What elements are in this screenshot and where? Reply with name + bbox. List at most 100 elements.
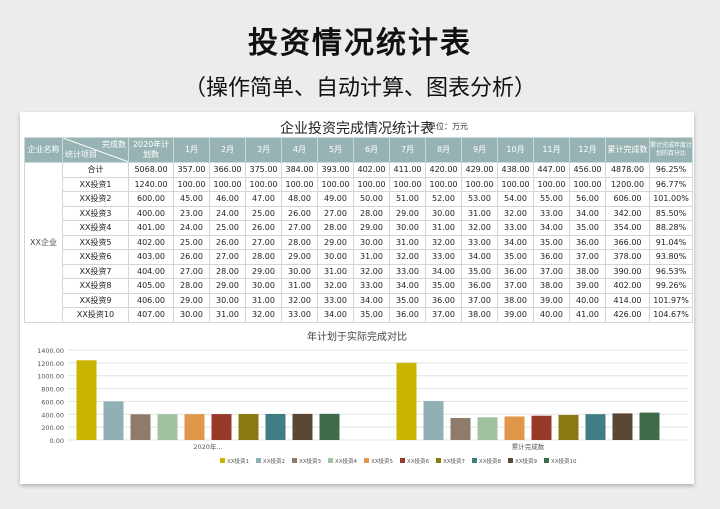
- month-cell[interactable]: 32.00: [245, 307, 282, 323]
- month-cell[interactable]: 100.00: [389, 176, 426, 192]
- cumulative-cell[interactable]: 606.00: [605, 191, 650, 207]
- month-cell[interactable]: 46.00: [209, 191, 246, 207]
- plan-cell[interactable]: 407.00: [128, 307, 174, 323]
- month-cell[interactable]: 100.00: [533, 176, 570, 192]
- month-cell[interactable]: 34.00: [317, 307, 354, 323]
- rate-cell[interactable]: 88.28%: [649, 220, 693, 236]
- month-cell[interactable]: 33.00: [281, 307, 318, 323]
- month-cell[interactable]: 366.00: [209, 162, 246, 178]
- plan-cell[interactable]: 404.00: [128, 263, 174, 279]
- rate-cell[interactable]: 104.67%: [649, 307, 693, 323]
- item-cell[interactable]: 合计: [62, 162, 129, 178]
- month-cell[interactable]: 35.00: [533, 234, 570, 250]
- month-cell[interactable]: 429.00: [461, 162, 498, 178]
- month-cell[interactable]: 35.00: [569, 220, 606, 236]
- month-cell[interactable]: 37.00: [497, 278, 534, 294]
- month-cell[interactable]: 38.00: [461, 307, 498, 323]
- cumulative-cell[interactable]: 390.00: [605, 263, 650, 279]
- month-cell[interactable]: 35.00: [425, 278, 462, 294]
- company-name-cell[interactable]: XX企业: [24, 162, 63, 323]
- rate-cell[interactable]: 96.77%: [649, 176, 693, 192]
- month-cell[interactable]: 36.00: [497, 263, 534, 279]
- month-cell[interactable]: 37.00: [533, 263, 570, 279]
- month-cell[interactable]: 393.00: [317, 162, 354, 178]
- month-cell[interactable]: 34.00: [425, 263, 462, 279]
- month-cell[interactable]: 35.00: [497, 249, 534, 265]
- month-cell[interactable]: 36.00: [425, 292, 462, 308]
- month-cell[interactable]: 26.00: [245, 220, 282, 236]
- month-cell[interactable]: 29.00: [317, 234, 354, 250]
- month-cell[interactable]: 27.00: [245, 234, 282, 250]
- month-cell[interactable]: 33.00: [533, 205, 570, 221]
- month-cell[interactable]: 25.00: [245, 205, 282, 221]
- month-cell[interactable]: 36.00: [389, 307, 426, 323]
- month-cell[interactable]: 45.00: [173, 191, 210, 207]
- rate-cell[interactable]: 101.97%: [649, 292, 693, 308]
- month-cell[interactable]: 456.00: [569, 162, 606, 178]
- month-cell[interactable]: 29.00: [353, 220, 390, 236]
- month-cell[interactable]: 100.00: [425, 176, 462, 192]
- month-cell[interactable]: 30.00: [173, 307, 210, 323]
- month-cell[interactable]: 100.00: [245, 176, 282, 192]
- month-cell[interactable]: 27.00: [209, 249, 246, 265]
- month-cell[interactable]: 33.00: [353, 278, 390, 294]
- month-cell[interactable]: 25.00: [173, 234, 210, 250]
- month-cell[interactable]: 100.00: [209, 176, 246, 192]
- month-cell[interactable]: 357.00: [173, 162, 210, 178]
- month-cell[interactable]: 35.00: [353, 307, 390, 323]
- month-cell[interactable]: 33.00: [389, 263, 426, 279]
- month-cell[interactable]: 26.00: [209, 234, 246, 250]
- month-cell[interactable]: 32.00: [281, 292, 318, 308]
- month-cell[interactable]: 33.00: [497, 220, 534, 236]
- month-cell[interactable]: 31.00: [209, 307, 246, 323]
- month-cell[interactable]: 38.00: [497, 292, 534, 308]
- rate-cell[interactable]: 85.50%: [649, 205, 693, 221]
- month-cell[interactable]: 38.00: [569, 263, 606, 279]
- month-cell[interactable]: 100.00: [173, 176, 210, 192]
- month-cell[interactable]: 30.00: [245, 278, 282, 294]
- month-cell[interactable]: 52.00: [425, 191, 462, 207]
- month-cell[interactable]: 31.00: [245, 292, 282, 308]
- cumulative-cell[interactable]: 342.00: [605, 205, 650, 221]
- month-cell[interactable]: 438.00: [497, 162, 534, 178]
- month-cell[interactable]: 37.00: [461, 292, 498, 308]
- month-cell[interactable]: 34.00: [569, 205, 606, 221]
- item-cell[interactable]: XX投资6: [62, 249, 129, 265]
- month-cell[interactable]: 24.00: [173, 220, 210, 236]
- month-cell[interactable]: 34.00: [497, 234, 534, 250]
- plan-cell[interactable]: 401.00: [128, 220, 174, 236]
- month-cell[interactable]: 30.00: [317, 249, 354, 265]
- month-cell[interactable]: 447.00: [533, 162, 570, 178]
- cumulative-cell[interactable]: 414.00: [605, 292, 650, 308]
- month-cell[interactable]: 33.00: [461, 234, 498, 250]
- month-cell[interactable]: 100.00: [569, 176, 606, 192]
- month-cell[interactable]: 55.00: [533, 191, 570, 207]
- month-cell[interactable]: 56.00: [569, 191, 606, 207]
- month-cell[interactable]: 29.00: [245, 263, 282, 279]
- month-cell[interactable]: 32.00: [353, 263, 390, 279]
- cumulative-cell[interactable]: 402.00: [605, 278, 650, 294]
- month-cell[interactable]: 31.00: [389, 234, 426, 250]
- rate-cell[interactable]: 99.26%: [649, 278, 693, 294]
- month-cell[interactable]: 28.00: [245, 249, 282, 265]
- month-cell[interactable]: 28.00: [209, 263, 246, 279]
- item-cell[interactable]: XX投资1: [62, 176, 129, 192]
- plan-cell[interactable]: 5068.00: [128, 162, 174, 178]
- month-cell[interactable]: 49.00: [317, 191, 354, 207]
- month-cell[interactable]: 40.00: [569, 292, 606, 308]
- month-cell[interactable]: 28.00: [353, 205, 390, 221]
- month-cell[interactable]: 38.00: [533, 278, 570, 294]
- month-cell[interactable]: 29.00: [209, 278, 246, 294]
- plan-cell[interactable]: 403.00: [128, 249, 174, 265]
- cumulative-cell[interactable]: 378.00: [605, 249, 650, 265]
- month-cell[interactable]: 35.00: [389, 292, 426, 308]
- month-cell[interactable]: 47.00: [245, 191, 282, 207]
- month-cell[interactable]: 26.00: [281, 205, 318, 221]
- month-cell[interactable]: 36.00: [569, 234, 606, 250]
- month-cell[interactable]: 36.00: [533, 249, 570, 265]
- month-cell[interactable]: 100.00: [353, 176, 390, 192]
- month-cell[interactable]: 27.00: [173, 263, 210, 279]
- month-cell[interactable]: 35.00: [461, 263, 498, 279]
- month-cell[interactable]: 39.00: [497, 307, 534, 323]
- plan-cell[interactable]: 402.00: [128, 234, 174, 250]
